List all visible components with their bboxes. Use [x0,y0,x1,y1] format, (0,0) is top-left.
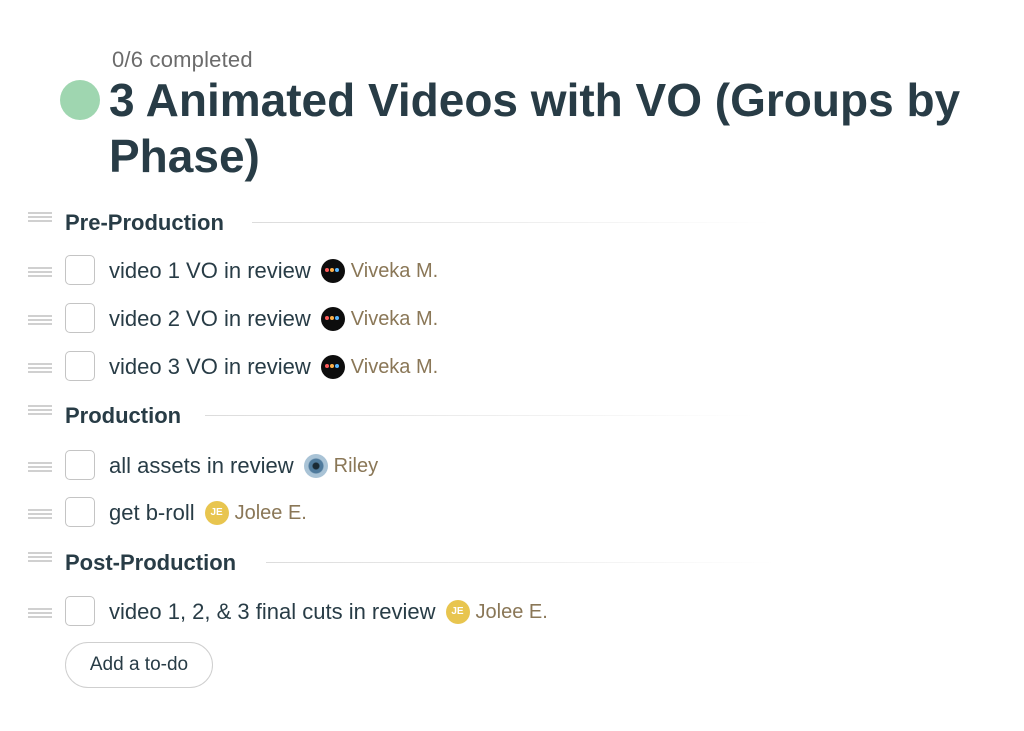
eye-photo-avatar-icon [303,454,328,478]
todo-list-page: 0/6 completed 3 Animated Videos with VO … [0,0,1024,731]
assignee-name[interactable]: Viveka M. [351,356,438,379]
dark-pixel-avatar-icon [320,307,345,331]
todo-item[interactable]: video 1 VO in review Viveka M. [0,255,1024,291]
group-header-post-production[interactable]: Post-Production [0,550,1024,586]
dark-pixel-avatar-icon [320,259,345,283]
assignee-name[interactable]: Jolee E. [476,601,548,624]
todo-title[interactable]: all assets in review [109,453,294,479]
dark-pixel-avatar-icon [320,355,345,379]
list-status-dot [60,80,100,120]
drag-handle-icon[interactable] [28,608,52,618]
todo-checkbox[interactable] [65,303,95,333]
group-name[interactable]: Post-Production [65,550,236,576]
group-divider [205,415,755,416]
todo-checkbox[interactable] [65,596,95,626]
group-name[interactable]: Production [65,403,181,429]
todo-title[interactable]: get b-roll [109,500,195,526]
group-header-production[interactable]: Production [0,403,1024,439]
assignee-name[interactable]: Jolee E. [235,502,307,525]
group-divider [252,222,772,223]
todo-item[interactable]: video 1, 2, & 3 final cuts in review JE … [0,596,1024,632]
todo-item[interactable]: video 3 VO in review Viveka M. [0,351,1024,387]
group-header-pre-production[interactable]: Pre-Production [0,210,1024,246]
todo-item[interactable]: video 2 VO in review Viveka M. [0,303,1024,339]
drag-handle-icon[interactable] [28,212,52,222]
drag-handle-icon[interactable] [28,363,52,373]
todo-title[interactable]: video 1 VO in review [109,258,311,284]
drag-handle-icon[interactable] [28,509,52,519]
group-divider [266,562,776,563]
group-name[interactable]: Pre-Production [65,210,224,236]
add-todo-button[interactable]: Add a to-do [65,642,213,688]
drag-handle-icon[interactable] [28,552,52,562]
todo-item[interactable]: get b-roll JE Jolee E. [0,497,1024,533]
drag-handle-icon[interactable] [28,315,52,325]
assignee-name[interactable]: Viveka M. [351,308,438,331]
todo-title[interactable]: video 3 VO in review [109,354,311,380]
todo-checkbox[interactable] [65,255,95,285]
list-title[interactable]: 3 Animated Videos with VO (Groups by Pha… [109,72,1009,184]
todo-checkbox[interactable] [65,351,95,381]
todo-title[interactable]: video 2 VO in review [109,306,311,332]
drag-handle-icon[interactable] [28,267,52,277]
todo-item[interactable]: all assets in review Riley [0,450,1024,486]
todo-title[interactable]: video 1, 2, & 3 final cuts in review [109,599,436,625]
drag-handle-icon[interactable] [28,405,52,415]
initials-avatar-icon: JE [204,501,229,525]
drag-handle-icon[interactable] [28,462,52,472]
progress-count: 0/6 completed [112,47,253,72]
todo-checkbox[interactable] [65,450,95,480]
assignee-name[interactable]: Riley [334,455,378,478]
assignee-name[interactable]: Viveka M. [351,260,438,283]
initials-avatar-icon: JE [445,600,470,624]
todo-checkbox[interactable] [65,497,95,527]
